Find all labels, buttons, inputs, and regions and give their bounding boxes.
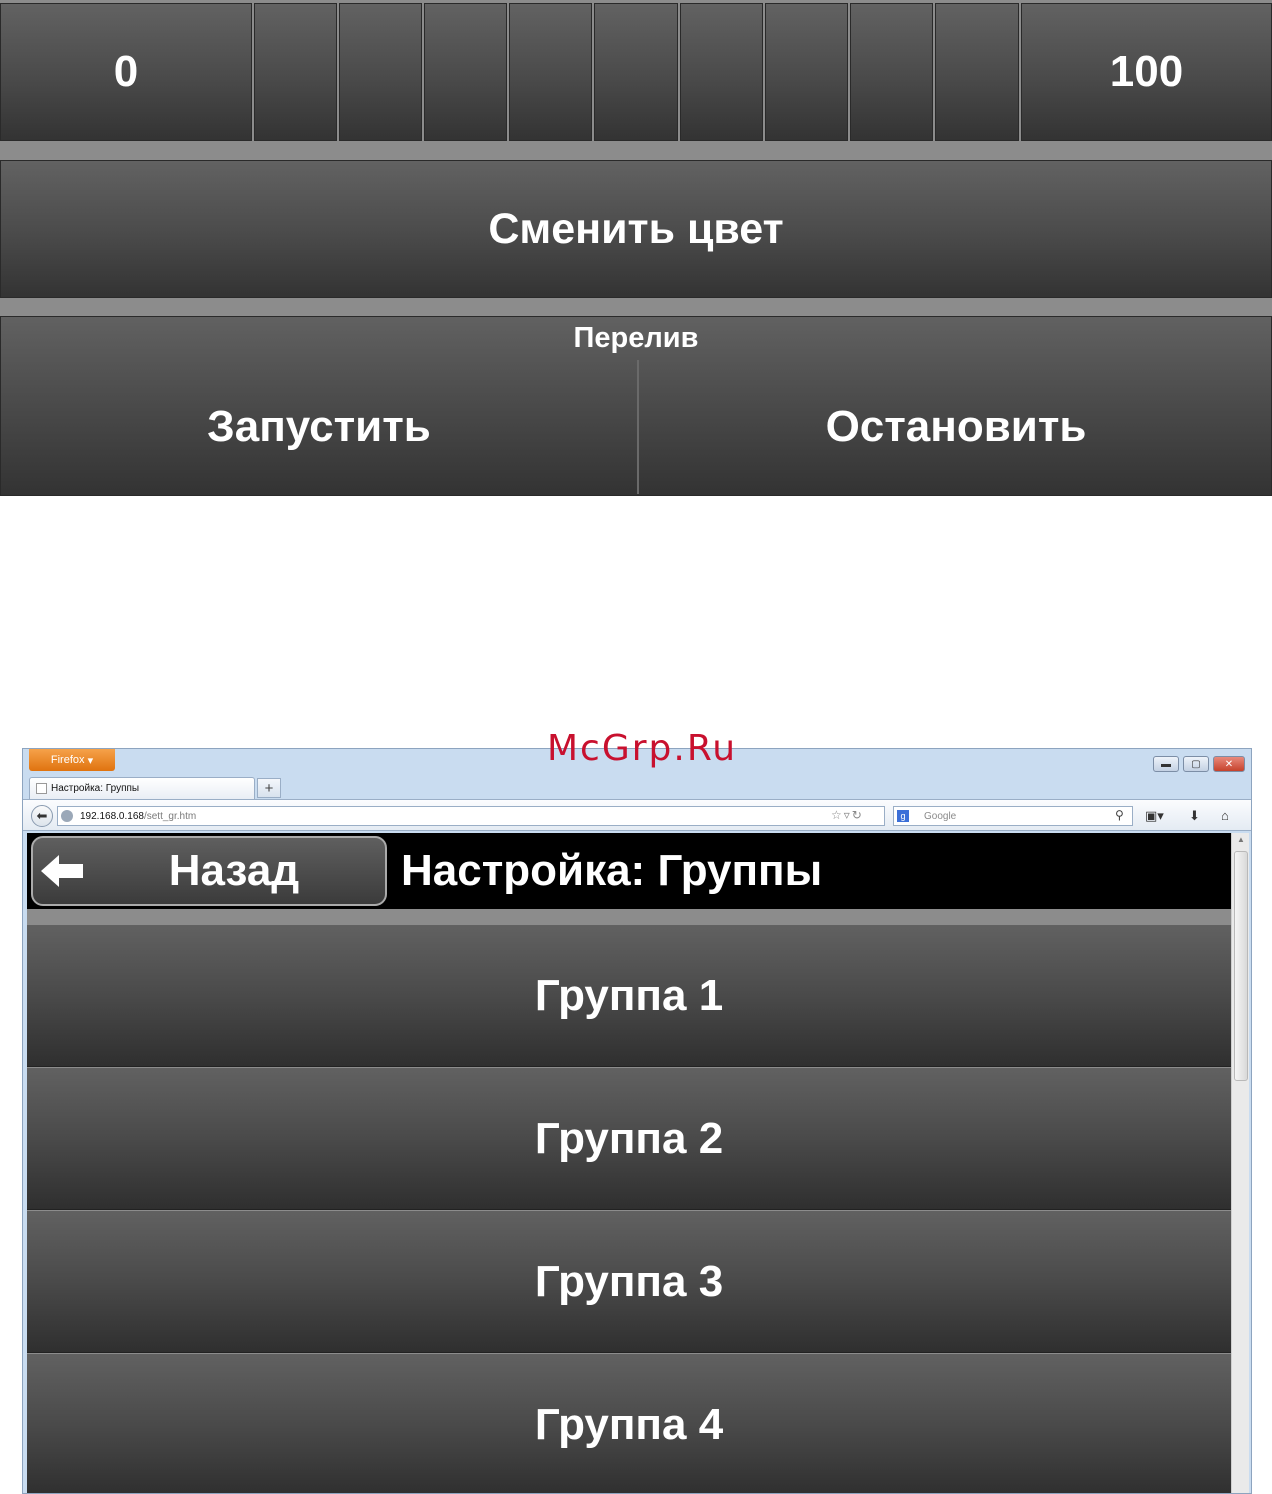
group-button-4[interactable]: Группа 4 xyxy=(27,1354,1231,1493)
page-title: Настройка: Группы xyxy=(401,846,823,895)
navigation-bar: ⬅ 192.168.0.168/sett_gr.htm ☆▿↻ Google g… xyxy=(23,799,1251,831)
group-button-3[interactable]: Группа 3 xyxy=(27,1211,1231,1353)
dimmer-step-button[interactable] xyxy=(850,3,933,141)
url-bar-actions: ☆▿↻ xyxy=(831,808,864,822)
plus-icon: + xyxy=(264,779,274,797)
url-bar[interactable]: 192.168.0.168/sett_gr.htm xyxy=(57,806,885,826)
search-placeholder: Google xyxy=(924,810,957,822)
change-color-button[interactable]: Сменить цвет xyxy=(0,160,1272,298)
dimmer-max-label: 100 xyxy=(1109,47,1184,96)
dropdown-icon[interactable]: ▿ xyxy=(844,808,852,822)
bookmarks-icon[interactable]: ▣▾ xyxy=(1145,808,1164,824)
overflow-stop-button[interactable]: Остановить xyxy=(640,360,1272,494)
new-tab-button[interactable]: + xyxy=(257,778,281,798)
browser-back-button[interactable]: ⬅ xyxy=(31,805,53,827)
change-color-label: Сменить цвет xyxy=(488,204,784,253)
download-icon[interactable]: ⬇ xyxy=(1189,808,1200,824)
dimmer-step-button[interactable] xyxy=(680,3,763,141)
browser-window: Firefox ▾ ▬ ▢ ✕ Настройка: Группы + ⬅ 19… xyxy=(22,748,1252,1494)
reload-icon[interactable]: ↻ xyxy=(852,808,864,822)
dimmer-step-button[interactable] xyxy=(594,3,678,141)
page-header: Назад Настройка: Группы xyxy=(27,833,1231,909)
search-input[interactable]: Google xyxy=(893,806,1133,826)
group-label: Группа 1 xyxy=(534,970,724,1020)
overflow-start-button[interactable]: Запустить xyxy=(0,360,638,494)
dimmer-step-button[interactable] xyxy=(254,3,337,141)
dimmer-step-button[interactable] xyxy=(935,3,1019,141)
scroll-up-icon[interactable]: ▲ xyxy=(1234,835,1248,847)
dimmer-min-label: 0 xyxy=(113,47,139,96)
group-label: Группа 3 xyxy=(534,1256,724,1306)
globe-icon xyxy=(61,810,73,822)
overflow-stop-label: Остановить xyxy=(825,402,1087,451)
url-path: /sett_gr.htm xyxy=(143,810,197,822)
search-engine-icon[interactable]: g xyxy=(897,810,909,822)
url-host: 192.168.0.168 xyxy=(80,810,144,822)
watermark: McGrp.Ru xyxy=(546,728,738,769)
dimmer-row: 0 100 xyxy=(0,3,1272,141)
top-control-panel: 0 100 Сменить цвет Перелив Запустить Ост… xyxy=(0,0,1272,496)
dimmer-step-button[interactable] xyxy=(509,3,592,141)
dimmer-step-button[interactable] xyxy=(339,3,422,141)
button-divider xyxy=(637,360,639,494)
bookmark-star-icon[interactable]: ☆ xyxy=(831,808,844,822)
overflow-start-label: Запустить xyxy=(207,402,431,451)
group-label: Группа 4 xyxy=(534,1399,724,1449)
page-content: Назад Настройка: Группы Группа 1 Группа … xyxy=(27,833,1231,1493)
dimmer-step-button[interactable] xyxy=(765,3,848,141)
scroll-thumb[interactable] xyxy=(1234,851,1248,1081)
arrow-left-icon xyxy=(41,855,83,887)
group-button-1[interactable]: Группа 1 xyxy=(27,925,1231,1067)
browser-tab[interactable]: Настройка: Группы xyxy=(29,777,255,799)
dimmer-step-button[interactable] xyxy=(424,3,507,141)
home-icon[interactable]: ⌂ xyxy=(1221,808,1229,823)
dimmer-min-button[interactable]: 0 xyxy=(0,3,252,141)
back-label: Назад xyxy=(168,846,300,895)
tab-title: Настройка: Группы xyxy=(51,783,140,794)
page-icon xyxy=(36,783,47,794)
arrow-left-icon: ⬅ xyxy=(36,808,48,823)
overflow-title: Перелив xyxy=(573,321,699,354)
group-button-2[interactable]: Группа 2 xyxy=(27,1068,1231,1210)
dimmer-max-button[interactable]: 100 xyxy=(1021,3,1272,141)
search-icon[interactable]: ⚲ xyxy=(1115,808,1124,822)
vertical-scrollbar[interactable]: ▲ xyxy=(1231,833,1249,1493)
group-label: Группа 2 xyxy=(534,1113,724,1163)
